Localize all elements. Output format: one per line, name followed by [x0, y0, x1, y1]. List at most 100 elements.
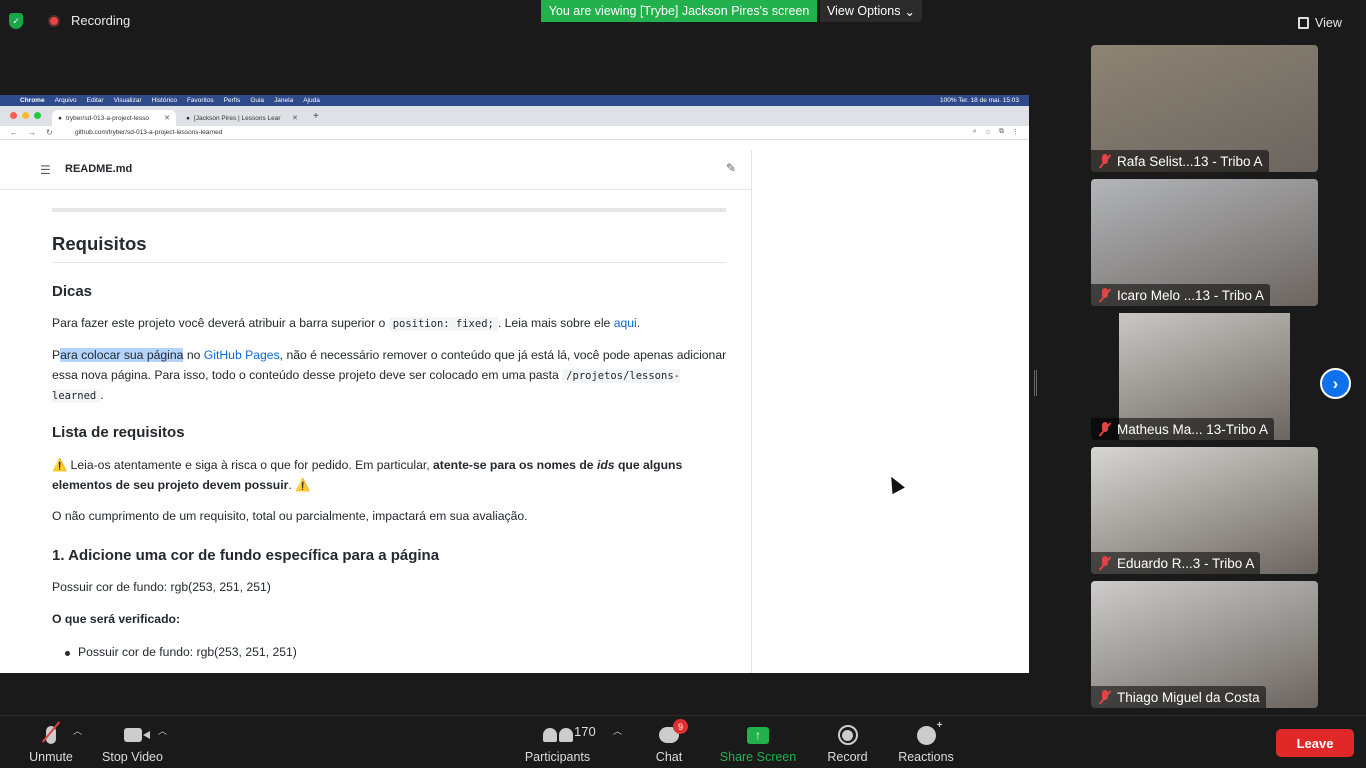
view-options-button[interactable]: View Options ⌄	[820, 0, 922, 22]
close-window-icon	[10, 112, 17, 119]
muted-mic-icon	[1099, 422, 1111, 436]
browser-tab-2: ● [Jackson Pires | Lessons Lear ✕	[180, 110, 304, 126]
paragraph-github-pages: Para colocar sua página no GitHub Pages,…	[52, 346, 728, 407]
minimize-window-icon	[22, 112, 29, 119]
participant-name: Icaro Melo ...13 - Tribo A	[1117, 287, 1265, 303]
divider	[52, 208, 726, 212]
mac-menu-item: Editar	[86, 97, 104, 104]
paragraph-cor-fundo: Possuir cor de fundo: rgb(253, 251, 251)	[52, 580, 271, 594]
address-bar: ← → ↻ github.com/tryber/sd-013-a-project…	[0, 126, 1029, 140]
browser-tab-title: [Jackson Pires | Lessons Lear	[193, 114, 281, 122]
layout-icon	[1298, 17, 1309, 29]
unmute-label: Unmute	[29, 750, 73, 764]
paragraph-avaliacao: O não cumprimento de um requisito, total…	[52, 509, 528, 523]
github-icon: ●	[58, 114, 62, 122]
heading-requisito-1: 1. Adicione uma cor de fundo específica …	[52, 547, 440, 564]
shared-screen: Chrome Arquivo Editar Visualizar Históri…	[0, 95, 1029, 673]
chat-label: Chat	[655, 750, 683, 764]
paragraph-verificado: O que será verificado:	[52, 612, 181, 626]
participant-name-tag: Rafa Selist...13 - Tribo A	[1091, 150, 1269, 172]
menu-icon: ⋮	[1012, 129, 1019, 136]
browser-nav: ← → ↻	[10, 128, 53, 137]
share-screen-button[interactable]: ↑ Share Screen	[718, 722, 798, 764]
reload-icon: ↻	[46, 128, 53, 137]
mic-icon	[41, 721, 61, 748]
mac-menu-item: Chrome	[20, 97, 45, 104]
participant-video-tile[interactable]: Eduardo R...3 - Tribo A	[1091, 447, 1318, 574]
close-tab-icon: ✕	[164, 115, 170, 122]
text: ⚠️ Leia-os atentamente e siga à risca o …	[52, 458, 430, 472]
heading-requisitos: Requisitos	[52, 233, 147, 254]
mac-menu-item: Favoritos	[186, 97, 214, 104]
list-item-text: Possuir cor de fundo: rgb(253, 251, 251)	[78, 645, 297, 659]
pencil-icon: ✎	[726, 161, 737, 175]
mac-menu-item: Visualizar	[113, 97, 142, 104]
heading-dicas: Dicas	[52, 283, 93, 300]
camera-icon	[123, 722, 142, 748]
recording-icon	[48, 15, 60, 27]
bullet-icon	[65, 651, 70, 656]
mac-menu-item: Guia	[250, 97, 265, 104]
shield-icon[interactable]: ✓	[9, 13, 23, 29]
chevron-down-icon: ⌄	[904, 4, 915, 19]
mac-menu-bar: Chrome Arquivo Editar Visualizar Históri…	[0, 95, 1029, 106]
mac-status: 100% Ter. 18 de mai. 15:03	[939, 97, 1019, 104]
stop-video-button[interactable]: Stop Video	[100, 722, 165, 764]
bold-text: atente-se para os nomes de	[433, 458, 594, 472]
chat-badge: 9	[673, 719, 688, 734]
reactions-label: Reactions	[898, 750, 954, 764]
readme-filename: README.md	[65, 163, 133, 175]
link-github-pages: GitHub Pages	[203, 348, 280, 362]
text: no	[183, 348, 204, 362]
record-button[interactable]: Record	[826, 722, 869, 764]
participant-name: Eduardo R...3 - Tribo A	[1117, 555, 1255, 571]
bold-italic-text: ids	[596, 458, 615, 472]
participant-video-tile[interactable]: Matheus Ma... 13-Tribo A	[1091, 313, 1318, 440]
view-button[interactable]: View	[1298, 12, 1358, 34]
muted-mic-icon	[1099, 288, 1111, 302]
meeting-toolbar: Unmute ︿ Stop Video ︿ Participants 170 ︿…	[0, 715, 1366, 768]
list-item: Possuir cor de fundo: rgb(253, 251, 251)	[65, 645, 297, 659]
new-tab-icon: +	[313, 111, 319, 122]
participant-video-tile[interactable]: Thiago Miguel da Costa	[1091, 581, 1318, 708]
back-icon: ←	[10, 128, 18, 137]
participant-name-tag: Thiago Miguel da Costa	[1091, 686, 1266, 708]
participant-name-tag: Icaro Melo ...13 - Tribo A	[1091, 284, 1271, 306]
caret-up-icon[interactable]: ︿	[158, 724, 167, 737]
stop-video-label: Stop Video	[102, 750, 163, 764]
paragraph-fixed: Para fazer este projeto você deverá atri…	[52, 314, 728, 335]
zoom-icon: ⌕	[972, 128, 977, 135]
record-icon	[837, 722, 858, 748]
window-controls	[10, 112, 41, 119]
splitter-handle[interactable]	[1034, 370, 1037, 396]
next-page-button[interactable]: ›	[1320, 368, 1351, 399]
share-screen-label: Share Screen	[719, 750, 797, 764]
reactions-button[interactable]: Reactions	[896, 720, 956, 765]
mac-menu-item: Arquivo	[54, 97, 77, 104]
text: Para fazer este projeto você deverá atri…	[52, 316, 386, 330]
leave-button[interactable]: Leave	[1276, 729, 1354, 757]
viewing-banner: You are viewing [Trybe] Jackson Pires's …	[541, 0, 817, 22]
muted-mic-icon	[1099, 556, 1111, 570]
recording-label: Recording	[71, 13, 131, 28]
participant-name: Thiago Miguel da Costa	[1117, 689, 1260, 705]
mac-menu-item: Ajuda	[303, 97, 320, 104]
mac-menu-item: Histórico	[151, 97, 177, 104]
star-icon: ☆	[984, 129, 991, 136]
text: . ⚠️	[288, 477, 311, 492]
forward-icon: →	[28, 128, 36, 137]
participant-video-tile[interactable]: Rafa Selist...13 - Tribo A	[1091, 45, 1318, 172]
record-label: Record	[827, 750, 868, 764]
participant-name-tag: Matheus Ma... 13-Tribo A	[1091, 418, 1275, 440]
caret-up-icon[interactable]: ︿	[613, 724, 622, 737]
unmute-button[interactable]: Unmute	[27, 721, 75, 764]
participant-name: Matheus Ma... 13-Tribo A	[1117, 421, 1269, 437]
mac-menu-item: Janela	[274, 97, 294, 104]
participants-count: 170	[574, 724, 596, 739]
github-icon: ●	[186, 114, 190, 122]
list-icon: ☰	[40, 163, 51, 177]
caret-up-icon[interactable]: ︿	[73, 724, 82, 737]
participant-video-tile[interactable]: Icaro Melo ...13 - Tribo A	[1091, 179, 1318, 306]
readme-header: ☰ README.md ✎	[0, 150, 752, 190]
text: . Leia mais sobre ele	[497, 316, 611, 330]
